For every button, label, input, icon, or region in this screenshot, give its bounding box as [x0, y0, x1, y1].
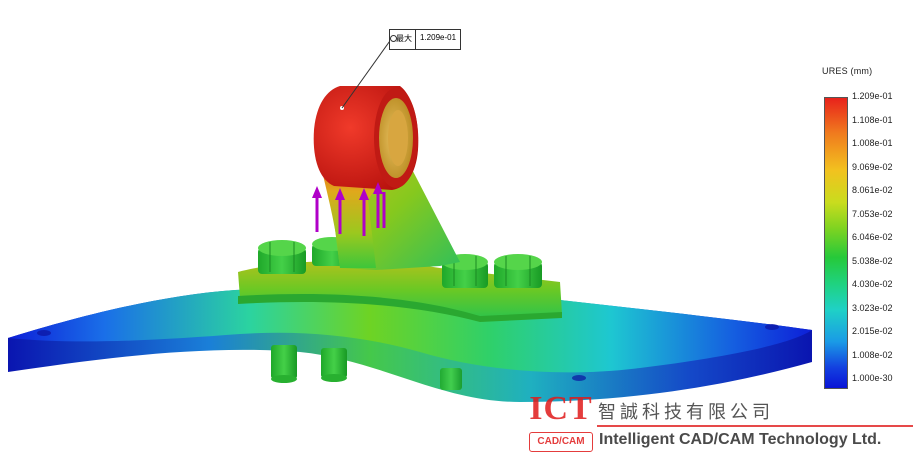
legend-tick-label: 1.008e-01	[852, 138, 893, 148]
max-value-probe[interactable]: 最大 1.209e-01	[389, 29, 462, 50]
legend-title: URES (mm)	[822, 66, 873, 76]
legend-tick-label: 8.061e-02	[852, 185, 893, 195]
legend-tick-label: 1.108e-01	[852, 114, 893, 125]
legend-tick-label: 7.053e-02	[852, 208, 893, 219]
model-viewport[interactable]	[0, 0, 922, 458]
legend-tick-label: 5.038e-02	[852, 255, 893, 266]
company-logo: ICT CAD/CAM	[527, 389, 595, 455]
legend-tick-label: 2.015e-02	[852, 326, 893, 336]
legend-tick-label: 1.209e-01	[852, 91, 893, 101]
legend-tick-label: 1.000e-30	[852, 373, 893, 383]
legend-tick-label: 4.030e-02	[852, 279, 893, 289]
pin-boss	[313, 86, 419, 190]
company-name-chinese: 智誠科技有限公司	[598, 402, 774, 423]
legend-tick-label: 1.008e-02	[852, 349, 893, 360]
probe-value: 1.209e-01	[420, 33, 457, 42]
legend-tick-label: 9.069e-02	[852, 161, 893, 172]
legend-labels: 1.209e-01 1.108e-01 1.008e-01 9.069e-02 8.06…	[852, 91, 922, 391]
company-name-english: Intelligent CAD/CAM Technology Ltd.	[599, 431, 882, 448]
probe-label: 最大	[390, 30, 416, 49]
cadcam-logo-text: CAD/CAM	[529, 432, 593, 452]
legend-tick-label: 3.023e-02	[852, 302, 893, 313]
legend-color-bar	[824, 97, 848, 389]
legend-tick-label: 6.046e-02	[852, 232, 893, 242]
logo-divider	[597, 425, 913, 427]
ict-logo-text: ICT	[529, 390, 593, 427]
